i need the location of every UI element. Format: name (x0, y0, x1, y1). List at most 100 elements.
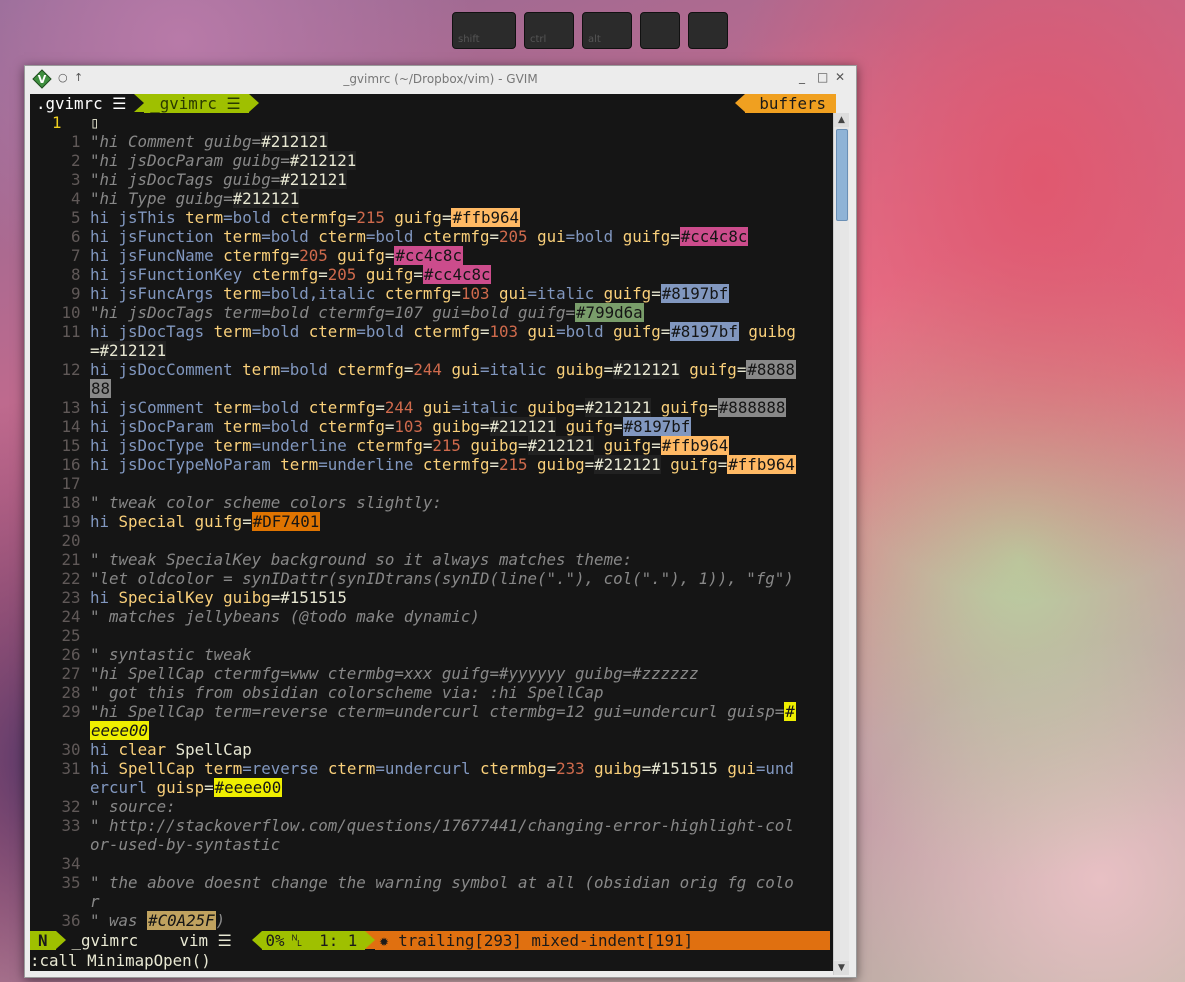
code-line[interactable]: 2 "hi jsDocParam guibg=#212121 (30, 151, 830, 170)
minimize-icon[interactable]: _ (799, 70, 805, 84)
code-token: hi jsFuncName (90, 246, 224, 265)
tab-gvimrc-dot[interactable]: .gvimrc ☰ (30, 94, 135, 113)
code-token: = (518, 436, 528, 455)
code-line[interactable]: 21 " tweak SpecialKey background so it a… (30, 550, 830, 569)
code-line[interactable]: 18 " tweak color scheme colors slightly: (30, 493, 830, 512)
line-number: 15 (61, 436, 90, 455)
code-token: ctermfg (356, 436, 423, 455)
code-token: hi jsDocComment (90, 360, 243, 379)
key-blank-2[interactable] (688, 12, 728, 49)
code-token: = (584, 455, 595, 474)
code-line[interactable]: 6 hi jsFunction term=bold cterm=bold cte… (30, 227, 830, 246)
code-token: =bold (365, 227, 423, 246)
gvim-window: V ○ ↑ _gvimrc (~/Dropbox/vim) - GVIM _ □… (24, 65, 857, 978)
code-line[interactable]: 4 "hi Type guibg=#212121 (30, 189, 830, 208)
key-ctrl[interactable]: ctrl (524, 12, 574, 49)
code-line[interactable]: 30 hi clear SpellCap (30, 740, 830, 759)
code-line[interactable]: 20 (30, 531, 830, 550)
code-line[interactable]: 31 hi SpellCap term=reverse cterm=underc… (30, 759, 830, 778)
code-line[interactable]: 36 " was #C0A25F) (30, 911, 830, 930)
code-token: 103 (489, 322, 528, 341)
code-token: =bold (556, 322, 614, 341)
code-line[interactable]: 34 (30, 854, 830, 873)
code-line[interactable]: 27 "hi SpellCap ctermfg=www ctermbg=xxx … (30, 664, 830, 683)
code-token: guifg (679, 360, 737, 379)
code-line[interactable]: 5 hi jsThis term=bold ctermfg=215 guifg=… (30, 208, 830, 227)
code-token: "hi jsDocTags guibg= (90, 170, 281, 189)
code-line[interactable]: 26 " syntastic tweak (30, 645, 830, 664)
key-alt[interactable]: alt (582, 12, 632, 49)
code-line[interactable]: 9 hi jsFuncArgs term=bold,italic ctermfg… (30, 284, 830, 303)
key-blank-1[interactable] (640, 12, 680, 49)
scroll-down-icon[interactable]: ▼ (834, 961, 849, 975)
status-warnings: ✹ trailing[293] mixed-indent[191] (375, 931, 830, 950)
maximize-icon[interactable]: □ (817, 70, 828, 84)
code-token: " tweak color scheme colors slightly: (90, 493, 442, 512)
code-token: " got this from obsidian colorscheme via… (90, 683, 604, 702)
code-token: =italic (451, 398, 528, 417)
code-line[interactable]: 16 hi jsDocTypeNoParam term=underline ct… (30, 455, 830, 474)
scroll-up-icon[interactable]: ▲ (834, 113, 849, 127)
code-token: " the above doesnt change the warning sy… (90, 873, 794, 892)
key-shift[interactable]: shift (452, 12, 516, 49)
color-swatch-text: #212121 (489, 417, 557, 436)
pos-separator (251, 931, 262, 949)
code-line[interactable]: or-used-by-syntastic (30, 835, 830, 854)
code-line[interactable]: 8 hi jsFunctionKey ctermfg=205 guifg=#cc… (30, 265, 830, 284)
code-token: hi jsFunction (90, 227, 224, 246)
buffer-text[interactable]: 1 ▯ 1 "hi Comment guibg=#212121 2 "hi jsDo… (30, 113, 830, 930)
color-swatch-text: #8197bf (660, 284, 730, 303)
code-line[interactable]: 1 "hi Comment guibg=#212121 (30, 132, 830, 151)
code-token: gui (422, 398, 452, 417)
code-token: Special (118, 512, 195, 531)
code-token: guibg (223, 588, 271, 607)
code-token: term (280, 455, 319, 474)
line-number: 7 (70, 246, 90, 265)
code-line[interactable]: 17 (30, 474, 830, 493)
scrollbar-thumb[interactable] (836, 129, 848, 221)
code-line[interactable]: 7 hi jsFuncName ctermfg=205 guifg=#cc4c8… (30, 246, 830, 265)
code-line[interactable]: =#212121 (30, 341, 830, 360)
code-line[interactable]: 25 (30, 626, 830, 645)
code-line[interactable]: 13 hi jsComment term=bold ctermfg=244 gu… (30, 398, 830, 417)
code-line[interactable]: 1 ▯ (30, 113, 830, 132)
code-line[interactable]: 12 hi jsDocComment term=bold ctermfg=244… (30, 360, 830, 379)
tab-gvimrc-underscore[interactable]: _gvimrc ☰ (144, 94, 249, 113)
mode-separator (55, 931, 66, 949)
line-content: "hi Comment guibg=#212121 (90, 132, 830, 151)
vertical-scrollbar[interactable]: ▲ ▼ (833, 113, 849, 975)
code-line[interactable]: 24 " matches jellybeans (@todo make dyna… (30, 607, 830, 626)
code-line[interactable]: 22 "let oldcolor = synIDattr(synIDtrans(… (30, 569, 830, 588)
close-icon[interactable]: ✕ (835, 70, 845, 84)
code-line[interactable]: 14 hi jsDocParam term=bold ctermfg=103 g… (30, 417, 830, 436)
code-line[interactable]: 32 " source: (30, 797, 830, 816)
vim-editor[interactable]: .gvimrc ☰ _gvimrc ☰ buffers 1 ▯ 1 "hi Com… (30, 94, 836, 971)
code-line[interactable]: 88 (30, 379, 830, 398)
code-line[interactable]: 28 " got this from obsidian colorscheme … (30, 683, 830, 702)
code-line[interactable]: 19 hi Special guifg=#DF7401 (30, 512, 830, 531)
code-token: 233 (556, 759, 595, 778)
code-token: guifg (660, 455, 718, 474)
code-line[interactable]: r (30, 892, 830, 911)
command-line[interactable]: :call MinimapOpen() (30, 950, 836, 971)
line-number: 23 (61, 588, 90, 607)
code-token: hi jsDocTags (90, 322, 214, 341)
status-percent: 0% (265, 931, 285, 950)
line-number (30, 892, 90, 911)
code-line[interactable]: 10 "hi jsDocTags term=bold ctermfg=107 g… (30, 303, 830, 322)
code-line[interactable]: 35 " the above doesnt change the warning… (30, 873, 830, 892)
code-line[interactable]: 11 hi jsDocTags term=bold cterm=bold cte… (30, 322, 830, 341)
code-token: = (242, 512, 252, 531)
code-token: gui (498, 284, 528, 303)
line-content: "hi jsDocTags term=bold ctermfg=107 gui=… (90, 303, 830, 322)
code-line[interactable]: 15 hi jsDocType term=underline ctermfg=2… (30, 436, 830, 455)
code-line[interactable]: 33 " http://stackoverflow.com/questions/… (30, 816, 830, 835)
code-line[interactable]: 23 hi SpecialKey guibg=#151515 (30, 588, 830, 607)
code-token: = (613, 417, 623, 436)
code-token: guibg (594, 759, 642, 778)
code-token: =und (755, 759, 794, 778)
code-line[interactable]: eeee00 (30, 721, 830, 740)
code-line[interactable]: 3 "hi jsDocTags guibg=#212121 (30, 170, 830, 189)
code-line[interactable]: ercurl guisp=#eeee00 (30, 778, 830, 797)
code-line[interactable]: 29 "hi SpellCap term=reverse cterm=under… (30, 702, 830, 721)
